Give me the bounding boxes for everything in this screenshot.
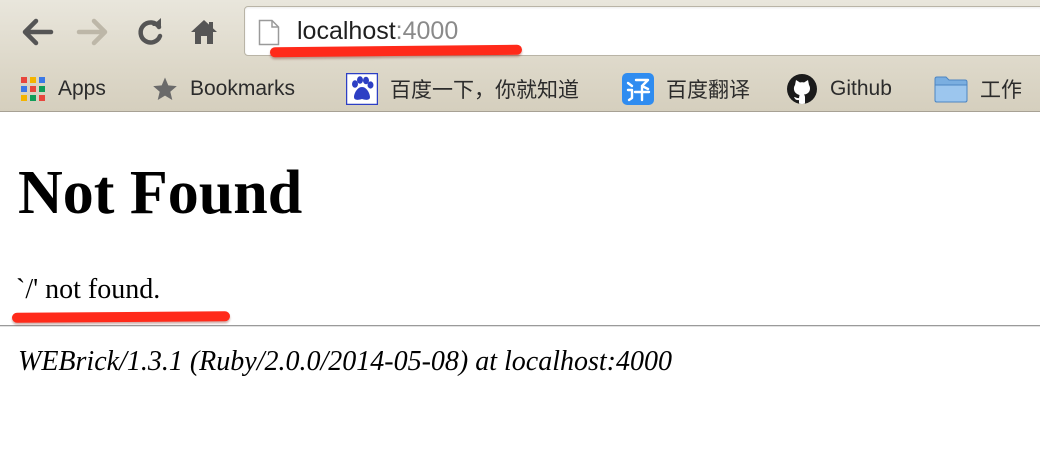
- reload-icon: [138, 18, 163, 45]
- bookmark-baidu-translate[interactable]: 百度翻译: [622, 72, 750, 106]
- url-text: localhost:4000: [297, 16, 458, 46]
- bookmark-label: Bookmarks: [190, 77, 296, 100]
- bookmark-apps[interactable]: Apps: [20, 72, 106, 106]
- bookmark-label: Github: [830, 77, 892, 100]
- page-title: Not Found: [18, 159, 303, 227]
- bookmark-label: 百度一下，你就知道: [390, 79, 579, 102]
- page-icon: [258, 19, 280, 46]
- bookmark-folder-work[interactable]: 工作: [934, 72, 1022, 106]
- bookmark-bookmarks[interactable]: Bookmarks: [152, 72, 295, 106]
- back-arrow-icon: [22, 18, 54, 46]
- apps-grid-icon: [20, 76, 46, 102]
- server-signature: WEBrick/1.3.1 (Ruby/2.0.0/2014-05-08) at…: [18, 346, 672, 377]
- bookmark-github[interactable]: Github: [786, 72, 892, 106]
- folder-icon: [934, 75, 968, 103]
- reload-button[interactable]: [132, 14, 168, 50]
- page-content: Not Found `/' not found. WEBrick/1.3.1 (…: [0, 113, 1040, 468]
- error-message: `/' not found.: [16, 274, 161, 305]
- forward-button[interactable]: [74, 14, 110, 50]
- bookmark-baidu[interactable]: 百度一下，你就知道: [346, 72, 579, 106]
- bookmarks-bar: Apps Bookmarks 百度一下，你就知道 百度翻译 Github 工作: [0, 66, 1040, 112]
- bookmark-label: 百度翻译: [666, 79, 750, 102]
- star-icon: [152, 76, 178, 102]
- back-button[interactable]: [20, 14, 56, 50]
- baidu-translate-icon: [622, 73, 654, 105]
- bookmark-label: 工作: [980, 79, 1022, 102]
- forward-arrow-icon: [76, 18, 108, 46]
- home-button[interactable]: [186, 14, 222, 50]
- baidu-paw-icon: [346, 73, 378, 105]
- url-host: localhost: [297, 17, 396, 45]
- home-icon: [191, 20, 217, 44]
- bookmark-label: Apps: [58, 77, 106, 100]
- github-icon: [786, 73, 818, 105]
- browser-toolbar: localhost:4000: [0, 0, 1040, 66]
- horizontal-rule: [0, 325, 1040, 327]
- message-highlight-marker: [11, 311, 231, 323]
- url-port: :4000: [395, 17, 459, 45]
